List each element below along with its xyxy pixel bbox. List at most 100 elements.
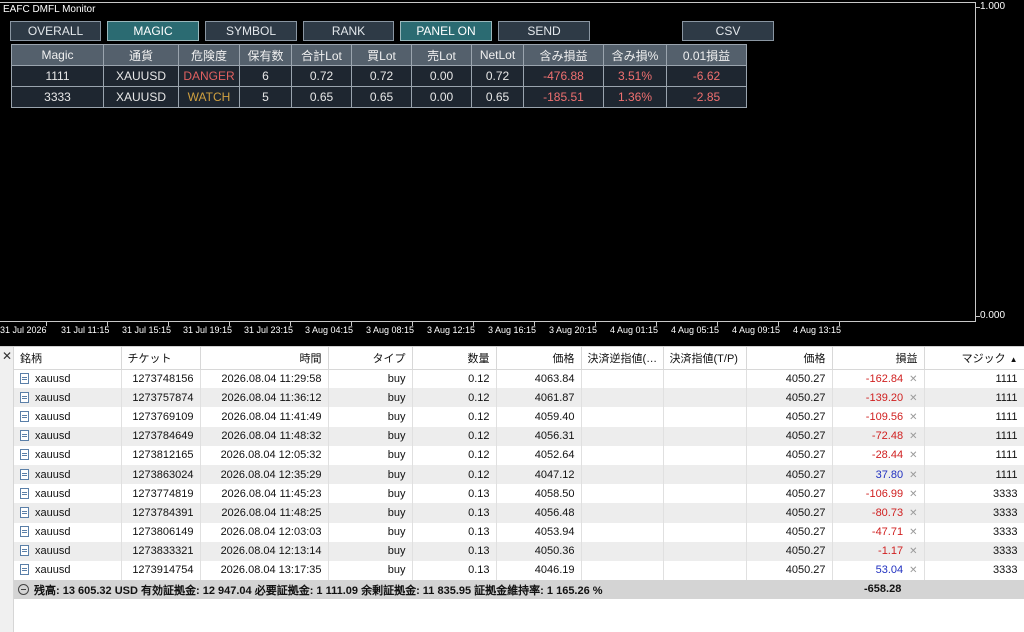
price-cell: 4061.87 xyxy=(496,388,582,408)
magic-cell: 1111 xyxy=(924,426,1024,446)
symbol-cell: xauusd xyxy=(14,445,122,465)
send-button[interactable]: SEND xyxy=(498,21,590,41)
type-cell: buy xyxy=(328,560,413,581)
symbol-button[interactable]: SYMBOL xyxy=(205,21,297,41)
profit-cell: -1.17 ✕ xyxy=(832,541,925,561)
table-row[interactable]: xauusd 1273833321 2026.08.04 12:13:14 buy 0.… xyxy=(14,541,1024,561)
close-position-icon[interactable]: ✕ xyxy=(909,489,917,500)
position-doc-icon xyxy=(20,372,29,384)
close-position-icon[interactable]: ✕ xyxy=(909,546,917,557)
volume-cell: 0.13 xyxy=(412,560,497,581)
close-position-icon[interactable]: ✕ xyxy=(909,374,917,385)
time-cell: 2026.08.04 12:35:29 xyxy=(200,464,329,485)
magic-button[interactable]: MAGIC xyxy=(107,21,199,41)
symbol-cell: xauusd xyxy=(14,541,122,561)
current-price-cell: 4050.27 xyxy=(746,541,833,561)
table-row[interactable]: xauusd 1273757874 2026.08.04 11:36:12 buy 0.… xyxy=(14,388,1024,408)
time-label: 3 Aug 08:15 xyxy=(366,325,415,335)
currency-cell: XAUUSD xyxy=(103,86,179,108)
symbol-cell: xauusd xyxy=(14,464,122,485)
table-row[interactable]: xauusd 1273774819 2026.08.04 11:45:23 buy 0.… xyxy=(14,484,1024,504)
close-position-icon[interactable]: ✕ xyxy=(909,508,917,519)
profit-value: -80.73 xyxy=(871,506,904,519)
sl-cell xyxy=(581,503,664,523)
table-row[interactable]: xauusd 1273863024 2026.08.04 12:35:29 buy 0.… xyxy=(14,464,1024,485)
magic-cell: 1111 xyxy=(924,464,1024,485)
position-doc-icon xyxy=(20,545,29,557)
account-summary-row[interactable]: 残高: 13 605.32 USD 有効証拠金: 12 947.04 必要証拠金… xyxy=(14,580,1024,599)
col-header-ticket[interactable]: チケット xyxy=(121,347,201,370)
table-row[interactable]: xauusd 1273812165 2026.08.04 12:05:32 buy 0.… xyxy=(14,445,1024,465)
rank-button[interactable]: RANK xyxy=(303,21,394,41)
profit-value: -162.84 xyxy=(865,372,904,385)
symbol-label: xauusd xyxy=(35,468,71,481)
close-position-icon[interactable]: ✕ xyxy=(909,450,917,461)
table-row[interactable]: xauusd 1273748156 2026.08.04 11:29:58 buy 0.… xyxy=(14,369,1024,389)
volume-cell: 0.12 xyxy=(412,426,497,446)
col-header-volume[interactable]: 数量 xyxy=(412,347,497,370)
overall-button[interactable]: OVERALL xyxy=(10,21,101,41)
time-label: 3 Aug 04:15 xyxy=(305,325,354,335)
col-header-symbol[interactable]: 銘柄 xyxy=(14,347,122,370)
profit-cell: -109.56 ✕ xyxy=(832,407,925,427)
close-position-icon[interactable]: ✕ xyxy=(909,470,917,481)
collapse-icon[interactable] xyxy=(18,584,29,595)
table-row[interactable]: xauusd 1273784391 2026.08.04 11:48:25 buy 0.… xyxy=(14,503,1024,523)
volume-cell: 0.12 xyxy=(412,369,497,389)
current-price-cell: 4050.27 xyxy=(746,426,833,446)
time-label: 31 Jul 11:15 xyxy=(61,325,110,335)
type-cell: buy xyxy=(328,407,413,427)
close-position-icon[interactable]: ✕ xyxy=(909,393,917,404)
col-header-current-price[interactable]: 価格 xyxy=(746,347,833,370)
col-header-time[interactable]: 時間 xyxy=(200,347,329,370)
close-position-icon[interactable]: ✕ xyxy=(909,565,917,576)
price-cell: 4058.50 xyxy=(496,484,582,504)
volume-cell: 0.13 xyxy=(412,484,497,504)
position-doc-icon xyxy=(20,391,29,403)
time-cell: 2026.08.04 11:48:25 xyxy=(200,503,329,523)
magic-summary-table: Magic 通貨 危険度 保有数 合計Lot 買Lot 売Lot NetLot … xyxy=(11,44,747,108)
close-position-icon[interactable]: ✕ xyxy=(909,527,917,538)
col-header-magic[interactable]: マジック ▲ xyxy=(924,347,1024,370)
time-label: 4 Aug 13:15 xyxy=(793,325,842,335)
close-position-icon[interactable]: ✕ xyxy=(909,412,917,423)
col-header-profit[interactable]: 損益 xyxy=(832,347,925,370)
symbol-cell: xauusd xyxy=(14,407,122,427)
col-header: NetLot xyxy=(471,44,524,66)
profit-cell: -72.48 ✕ xyxy=(832,426,925,446)
table-row[interactable]: xauusd 1273806149 2026.08.04 12:03:03 buy 0.… xyxy=(14,522,1024,542)
time-label: 4 Aug 01:15 xyxy=(610,325,659,335)
panel-on-button[interactable]: PANEL ON xyxy=(400,21,492,41)
col-header-type[interactable]: タイプ xyxy=(328,347,413,370)
close-icon[interactable]: ✕ xyxy=(2,349,12,363)
sl-cell xyxy=(581,407,664,427)
current-price-cell: 4050.27 xyxy=(746,445,833,465)
col-header-sl[interactable]: 決済逆指値(… xyxy=(581,347,664,370)
table-row[interactable]: xauusd 1273914754 2026.08.04 13:17:35 buy 0.… xyxy=(14,560,1024,581)
magic-cell: 3333 xyxy=(11,86,104,108)
col-header-price[interactable]: 価格 xyxy=(496,347,582,370)
close-position-icon[interactable]: ✕ xyxy=(909,431,917,442)
table-row[interactable]: xauusd 1273769109 2026.08.04 11:41:49 buy 0.… xyxy=(14,407,1024,427)
col-header: 買Lot xyxy=(351,44,412,66)
volume-cell: 0.13 xyxy=(412,503,497,523)
csv-button[interactable]: CSV xyxy=(682,21,774,41)
col-header-tp[interactable]: 決済指値(T/P) xyxy=(663,347,747,370)
symbol-label: xauusd xyxy=(35,526,71,539)
sell-lot-cell: 0.00 xyxy=(411,65,472,87)
time-label: 31 Jul 15:15 xyxy=(122,325,172,335)
magic-cell: 1111 xyxy=(924,407,1024,427)
ticket-cell: 1273863024 xyxy=(121,464,201,485)
tp-cell xyxy=(663,388,747,408)
time-cell: 2026.08.04 11:45:23 xyxy=(200,484,329,504)
ticket-cell: 1273784649 xyxy=(121,426,201,446)
col-header: 通貨 xyxy=(103,44,179,66)
volume-cell: 0.12 xyxy=(412,388,497,408)
sl-cell xyxy=(581,560,664,581)
col-header: 売Lot xyxy=(411,44,472,66)
tp-cell xyxy=(663,484,747,504)
table-row[interactable]: xauusd 1273784649 2026.08.04 11:48:32 buy 0.… xyxy=(14,426,1024,446)
chart-area[interactable]: EAFC DMFL Monitor 1.000 0.000 31 Jul 202… xyxy=(0,0,1024,346)
time-cell: 2026.08.04 12:03:03 xyxy=(200,522,329,542)
pl-001-cell: -6.62 xyxy=(666,65,747,87)
